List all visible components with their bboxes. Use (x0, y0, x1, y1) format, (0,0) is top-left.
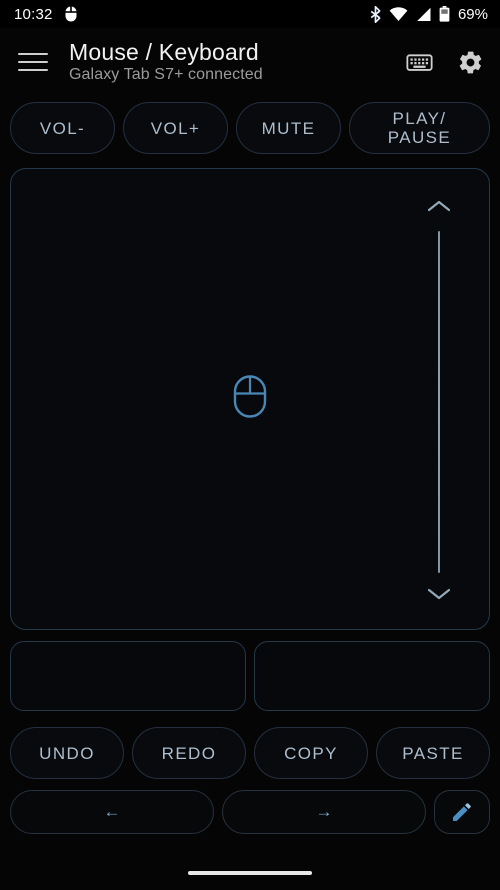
hamburger-menu-icon[interactable] (18, 50, 48, 74)
play-pause-button[interactable]: PLAY/ PAUSE (348, 102, 490, 154)
hamburger-line (18, 61, 48, 63)
battery-percent-text: 69% (457, 5, 488, 23)
gear-icon[interactable] (457, 49, 484, 76)
back-button[interactable]: ← (10, 790, 214, 834)
battery-icon (439, 6, 450, 22)
media-buttons-row: VOL- VOL+ MUTE PLAY/ PAUSE (0, 96, 500, 158)
volume-up-button[interactable]: VOL+ (122, 102, 228, 154)
gesture-nav-pill[interactable] (188, 871, 312, 875)
left-click-panel[interactable] (10, 641, 246, 711)
status-bar: 10:32 69% (0, 0, 500, 28)
chevron-down-icon[interactable] (427, 587, 451, 601)
pencil-icon (453, 803, 471, 821)
cell-signal-icon (417, 7, 431, 21)
redo-button[interactable]: REDO (132, 727, 246, 779)
navigation-row: ← → (0, 779, 500, 834)
mouse-click-panels (0, 630, 500, 711)
edit-buttons-row: UNDO REDO COPY PASTE (0, 711, 500, 779)
status-left-icons (64, 5, 78, 23)
page-title: Mouse / Keyboard (69, 39, 259, 65)
hamburger-line (18, 69, 48, 71)
mouse-icon (65, 5, 77, 22)
app-bar: Mouse / Keyboard Galaxy Tab S7+ connecte… (0, 28, 500, 96)
undo-button[interactable]: UNDO (10, 727, 124, 779)
right-click-panel[interactable] (254, 641, 490, 711)
hamburger-line (18, 53, 48, 55)
volume-down-button[interactable]: VOL- (10, 102, 115, 154)
status-right-icons: 69% (369, 5, 488, 23)
keyboard-icon[interactable] (406, 49, 433, 76)
paste-button[interactable]: PASTE (376, 727, 490, 779)
wifi-icon (389, 6, 408, 21)
touchpad-area[interactable] (10, 168, 490, 630)
copy-button[interactable]: COPY (254, 727, 368, 779)
app-bar-actions (406, 49, 484, 76)
chevron-up-icon[interactable] (427, 199, 451, 213)
mouse-icon (233, 375, 267, 424)
mute-button[interactable]: MUTE (235, 102, 341, 154)
bluetooth-icon (370, 5, 381, 23)
system-gesture-nav (0, 856, 500, 890)
status-time: 10:32 (14, 5, 53, 23)
scroll-bar[interactable] (425, 187, 453, 611)
app-bar-titles: Mouse / Keyboard Galaxy Tab S7+ connecte… (69, 39, 400, 85)
forward-button[interactable]: → (222, 790, 426, 834)
scroll-track[interactable] (438, 231, 440, 573)
edit-text-button[interactable] (434, 790, 490, 834)
app-root: 10:32 69% Mouse / Keyboard Galaxy Tab S7… (0, 0, 500, 890)
connection-status-text: Galaxy Tab S7+ connected (69, 66, 263, 83)
